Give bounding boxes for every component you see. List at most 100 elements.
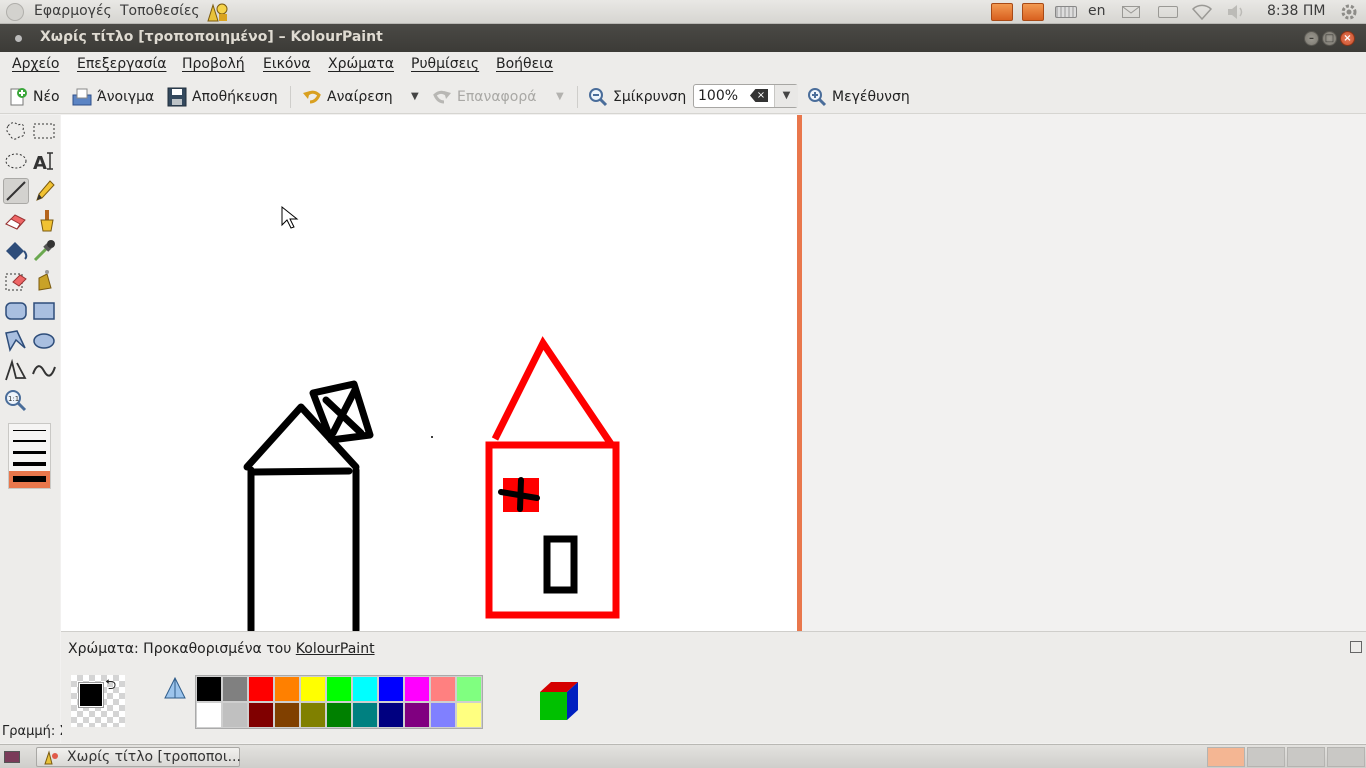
brush-tool-icon[interactable] <box>31 208 57 234</box>
line-width-selector[interactable] <box>8 423 51 489</box>
swap-colors-icon[interactable]: ⮌ <box>105 674 116 698</box>
new-button[interactable]: Νέο <box>8 86 60 108</box>
line-width-1[interactable] <box>13 430 46 431</box>
foreground-color[interactable] <box>78 682 104 708</box>
network-icon[interactable] <box>1191 4 1213 21</box>
minimize-button[interactable]: – <box>1304 31 1319 46</box>
volume-icon[interactable] <box>1226 4 1246 20</box>
clock[interactable]: 8:38 ΠΜ <box>1267 3 1326 19</box>
open-button[interactable]: Άνοιγμα <box>72 86 154 108</box>
undo-dropdown-chevron-down-icon[interactable]: ▼ <box>411 91 419 102</box>
dock-float-icon[interactable] <box>1350 641 1362 653</box>
menu-help[interactable]: Βοήθεια <box>496 56 553 72</box>
menu-edit[interactable]: Επεξεργασία <box>77 56 166 72</box>
color-swatch[interactable] <box>274 702 300 728</box>
rect-select-icon[interactable] <box>31 118 57 144</box>
color-swatch[interactable] <box>352 676 378 702</box>
eraser-tool-icon[interactable] <box>3 208 29 234</box>
color-swatch[interactable] <box>248 702 274 728</box>
folder-icon[interactable] <box>1022 3 1044 21</box>
transparency-pyramid-icon[interactable] <box>161 676 189 702</box>
workspace-1[interactable] <box>1207 747 1245 767</box>
menu-settings[interactable]: Ρυθμίσεις <box>411 56 479 72</box>
menu-view[interactable]: Προβολή <box>182 56 245 72</box>
maximize-button[interactable]: □ <box>1322 31 1337 46</box>
taskbar-window-button[interactable]: Χωρίς τίτλο [τροποποι... <box>36 747 241 767</box>
zoom-out-button[interactable]: Σμίκρυνση <box>588 86 686 108</box>
flood-fill-icon[interactable] <box>3 238 29 264</box>
panel-logo-icon[interactable] <box>6 3 24 21</box>
curve-icon[interactable] <box>31 358 57 384</box>
window-menu-icon[interactable] <box>15 35 22 42</box>
line-tool-icon[interactable] <box>3 178 29 204</box>
language-indicator[interactable]: en <box>1088 3 1106 19</box>
rectangle-icon[interactable] <box>31 298 57 324</box>
spraycan-icon[interactable] <box>31 268 57 294</box>
canvas-resize-edge[interactable] <box>797 115 802 631</box>
redo-dropdown-chevron-down-icon[interactable]: ▼ <box>556 91 564 102</box>
color-swatch[interactable] <box>326 676 352 702</box>
color-swatch[interactable] <box>300 702 326 728</box>
workspace-4[interactable] <box>1327 747 1365 767</box>
applications-menu[interactable]: Εφαρμογές <box>34 3 112 19</box>
line-width-4[interactable] <box>13 462 46 466</box>
zoom-in-button[interactable]: Μεγέθυνση <box>807 86 910 108</box>
color-swatch[interactable] <box>404 702 430 728</box>
clear-backspace-icon[interactable]: × <box>750 89 768 102</box>
workspace-2[interactable] <box>1247 747 1285 767</box>
redo-button[interactable]: Επαναφορά <box>432 86 536 108</box>
undo-button[interactable]: Αναίρεση <box>302 86 393 108</box>
line-width-5-selected[interactable] <box>9 471 50 488</box>
save-button[interactable]: Αποθήκευση <box>167 86 278 108</box>
menu-colors[interactable]: Χρώματα <box>328 56 394 72</box>
line-width-3[interactable] <box>13 451 46 454</box>
ellipse-select-icon[interactable] <box>3 148 29 174</box>
color-swatch[interactable] <box>196 702 222 728</box>
power-gear-icon[interactable] <box>1340 3 1358 21</box>
color-cube-icon[interactable] <box>538 679 580 723</box>
drawing-canvas[interactable] <box>61 115 797 634</box>
zoom-combobox[interactable]: × ▼ <box>693 84 798 108</box>
color-swatch[interactable] <box>222 702 248 728</box>
window-titlebar[interactable]: Χωρίς τίτλο [τροποποιημένο] – KolourPain… <box>0 24 1366 52</box>
zoom-tool-icon[interactable]: 1:1 <box>3 388 29 414</box>
keyboard-icon[interactable] <box>1055 6 1077 18</box>
polygon-icon[interactable] <box>3 328 29 354</box>
color-swatch[interactable] <box>456 702 482 728</box>
menu-image[interactable]: Εικόνα <box>263 56 310 72</box>
color-swatch[interactable] <box>456 676 482 702</box>
color-swatch[interactable] <box>196 676 222 702</box>
color-eraser-icon[interactable] <box>3 268 29 294</box>
color-swatch[interactable] <box>274 676 300 702</box>
kolourpaint-launcher-icon[interactable] <box>205 1 229 23</box>
rounded-rect-icon[interactable] <box>3 298 29 324</box>
folder-icon[interactable] <box>991 3 1013 21</box>
color-swatch[interactable] <box>378 676 404 702</box>
color-swatch[interactable] <box>404 676 430 702</box>
color-swatch[interactable] <box>222 676 248 702</box>
ellipse-icon[interactable] <box>31 328 57 354</box>
menu-file[interactable]: Αρχείο <box>12 56 59 72</box>
color-swatch[interactable] <box>430 676 456 702</box>
line-width-2[interactable] <box>13 440 46 442</box>
workspace-3[interactable] <box>1287 747 1325 767</box>
mail-icon[interactable] <box>1122 6 1140 18</box>
color-swatch[interactable] <box>378 702 404 728</box>
pen-tool-icon[interactable] <box>31 178 57 204</box>
color-swatch[interactable] <box>430 702 456 728</box>
fg-bg-color-box[interactable] <box>71 675 125 727</box>
polyline-icon[interactable] <box>3 358 29 384</box>
show-desktop-icon[interactable] <box>4 751 20 763</box>
battery-icon[interactable] <box>1158 6 1178 18</box>
canvas-scroll-area[interactable] <box>61 115 1366 634</box>
text-tool-icon[interactable]: A <box>31 148 57 174</box>
places-menu[interactable]: Τοποθεσίες <box>120 3 200 19</box>
color-picker-icon[interactable] <box>31 238 57 264</box>
color-swatch[interactable] <box>326 702 352 728</box>
color-swatch[interactable] <box>300 676 326 702</box>
zoom-dropdown-chevron-down-icon[interactable]: ▼ <box>774 85 798 107</box>
color-swatch[interactable] <box>352 702 378 728</box>
color-swatch[interactable] <box>248 676 274 702</box>
zoom-input[interactable] <box>698 87 750 105</box>
free-form-select-icon[interactable] <box>3 118 29 144</box>
